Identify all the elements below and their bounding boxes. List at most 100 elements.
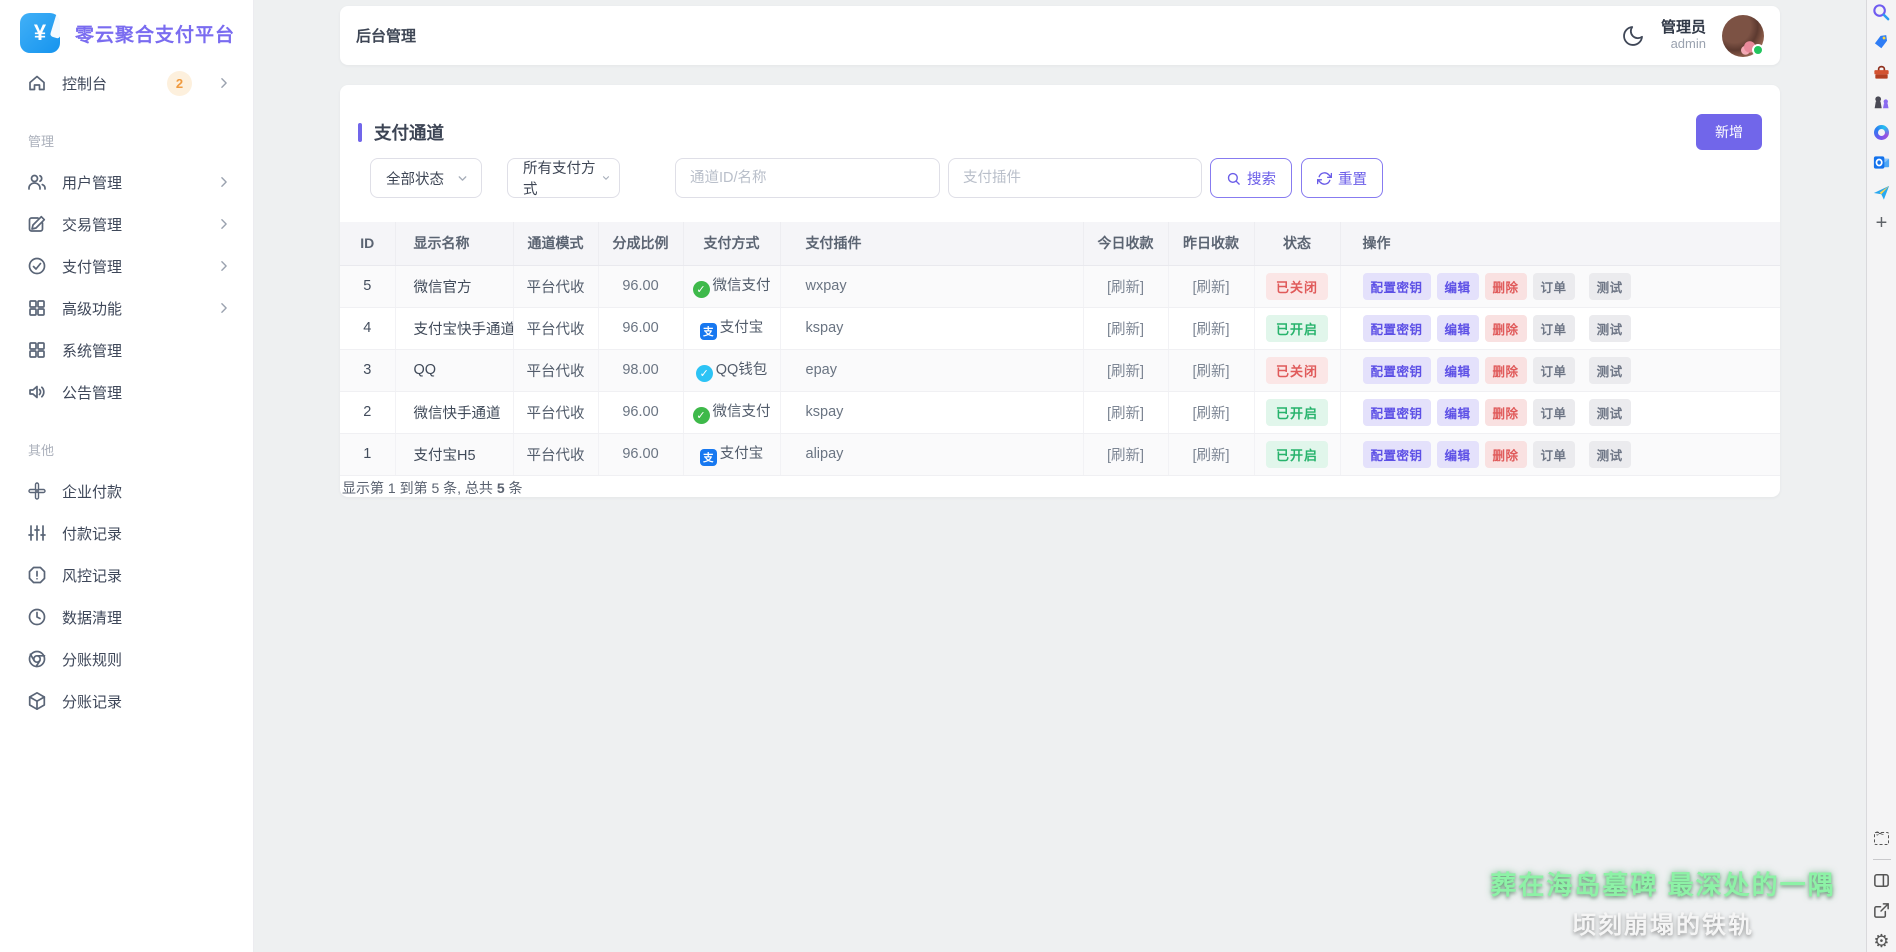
edit-button[interactable]: 编辑 (1437, 273, 1479, 300)
toolbox-icon[interactable] (1872, 63, 1891, 82)
delete-button[interactable]: 删除 (1485, 357, 1527, 384)
column-header: ID (340, 222, 395, 265)
sidebar-item-label: 用户管理 (62, 172, 122, 193)
order-button[interactable]: 订单 (1533, 441, 1575, 468)
panel-title: 支付通道 (374, 120, 444, 145)
yesterday-income: [刷新] (1168, 349, 1254, 391)
sidebar-item-split-records[interactable]: 分账记录 (0, 680, 253, 722)
sidebar-item-split-rules[interactable]: 分账规则 (0, 638, 253, 680)
test-button[interactable]: 测试 (1589, 399, 1631, 426)
test-button[interactable]: 测试 (1589, 273, 1631, 300)
avatar[interactable] (1722, 15, 1764, 57)
refresh-today-link[interactable]: [刷新] (1107, 406, 1144, 422)
sidebar-item-transaction-management[interactable]: 交易管理 (0, 203, 253, 245)
order-button[interactable]: 订单 (1533, 399, 1575, 426)
payment-method-label: 支付宝 (720, 446, 764, 462)
order-button[interactable]: 订单 (1533, 315, 1575, 342)
sidebar-item-console[interactable]: 控制台2 (0, 62, 253, 104)
test-button[interactable]: 测试 (1589, 315, 1631, 342)
configure-key-button[interactable]: 配置密钥 (1363, 357, 1431, 384)
delete-button[interactable]: 删除 (1485, 273, 1527, 300)
channel-mode: 平台代收 (513, 349, 598, 391)
brand-name: 零云聚合支付平台 (75, 20, 235, 47)
payment-method-label: 微信支付 (713, 278, 771, 294)
sidebar-item-announcement-management[interactable]: 公告管理 (0, 371, 253, 413)
sidebar-item-user-management[interactable]: 用户管理 (0, 161, 253, 203)
plugin-search-input[interactable] (948, 158, 1202, 198)
order-button[interactable]: 订单 (1533, 357, 1575, 384)
add-icon[interactable]: + (1872, 213, 1891, 232)
sidebar-item-risk-records[interactable]: 风控记录 (0, 554, 253, 596)
reset-button[interactable]: 重置 (1301, 158, 1383, 198)
refresh-today-link[interactable]: [刷新] (1107, 322, 1144, 338)
outlook-icon[interactable] (1872, 153, 1891, 172)
status: 已关闭 (1254, 349, 1340, 391)
split-screen-icon[interactable] (1872, 871, 1891, 890)
configure-key-button[interactable]: 配置密钥 (1363, 399, 1431, 426)
add-button[interactable]: 新增 (1696, 114, 1762, 150)
table-row: 1支付宝H5平台代收96.00支支付宝alipay[刷新][刷新]已开启配置密钥… (340, 433, 1780, 475)
user-name: 管理员 (1661, 19, 1706, 36)
test-button[interactable]: 测试 (1589, 357, 1631, 384)
sidebar-item-label: 风控记录 (62, 565, 122, 586)
edit-button[interactable]: 编辑 (1437, 399, 1479, 426)
dark-mode-toggle-moon-icon[interactable] (1621, 24, 1645, 48)
refresh-today-link[interactable]: [刷新] (1107, 448, 1144, 464)
refresh-yesterday-link[interactable]: [刷新] (1192, 364, 1229, 380)
sidebar-item-advanced-features[interactable]: 高级功能 (0, 287, 253, 329)
sidebar-item-system-management[interactable]: 系统管理 (0, 329, 253, 371)
payment-method-label: QQ钱包 (716, 362, 768, 378)
edit-button[interactable]: 编辑 (1437, 441, 1479, 468)
status-select[interactable]: 全部状态 (370, 158, 482, 198)
channel-mode: 平台代收 (513, 391, 598, 433)
sidebar-item-payment-management[interactable]: 支付管理 (0, 245, 253, 287)
send-icon[interactable] (1872, 183, 1891, 202)
browser-sidebar: +⚙ (1866, 0, 1896, 952)
column-header: 支付方式 (683, 222, 780, 265)
settings-icon[interactable]: ⚙ (1872, 931, 1891, 950)
configure-key-button[interactable]: 配置密钥 (1363, 441, 1431, 468)
sidebar-item-label: 控制台 (62, 73, 107, 94)
refresh-today-link[interactable]: [刷新] (1107, 364, 1144, 380)
refresh-today-link[interactable]: [刷新] (1107, 280, 1144, 296)
sidebar-item-enterprise-payment[interactable]: 企业付款 (0, 470, 253, 512)
sidebar-item-data-cleanup[interactable]: 数据清理 (0, 596, 253, 638)
refresh-yesterday-link[interactable]: [刷新] (1192, 322, 1229, 338)
edit-button[interactable]: 编辑 (1437, 315, 1479, 342)
order-button[interactable]: 订单 (1533, 273, 1575, 300)
sidebar-item-payment-records[interactable]: 付款记录 (0, 512, 253, 554)
payment-method-label: 支付宝 (720, 320, 764, 336)
search-icon[interactable] (1872, 3, 1891, 22)
refresh-yesterday-link[interactable]: [刷新] (1192, 406, 1229, 422)
payment-method: 支支付宝 (683, 307, 780, 349)
check-circle-icon (27, 256, 47, 276)
chevron-right-icon (217, 217, 231, 231)
channel-search-input[interactable] (675, 158, 940, 198)
app-root: ¥ 零云聚合支付平台 控制台2管理用户管理交易管理支付管理高级功能系统管理公告管… (0, 0, 1896, 952)
payment-method-label: 微信支付 (713, 404, 771, 420)
edit-button[interactable]: 编辑 (1437, 357, 1479, 384)
refresh-yesterday-link[interactable]: [刷新] (1192, 280, 1229, 296)
subtitle-line-2: 顷刻崩塌的铁轨 (1490, 905, 1835, 940)
configure-key-button[interactable]: 配置密钥 (1363, 273, 1431, 300)
user-menu[interactable]: 管理员 admin (1661, 19, 1706, 51)
delete-button[interactable]: 删除 (1485, 399, 1527, 426)
microsoft-365-icon[interactable] (1872, 123, 1891, 142)
delete-button[interactable]: 删除 (1485, 315, 1527, 342)
method-select[interactable]: 所有支付方式 (507, 158, 620, 198)
delete-button[interactable]: 删除 (1485, 441, 1527, 468)
open-external-icon[interactable] (1872, 901, 1891, 920)
grid-icon (27, 298, 47, 318)
box-icon (27, 691, 47, 711)
games-icon[interactable] (1872, 93, 1891, 112)
shopping-tag-icon[interactable] (1872, 33, 1891, 52)
qq-wallet-icon: ✓ (696, 365, 713, 382)
configure-key-button[interactable]: 配置密钥 (1363, 315, 1431, 342)
brand[interactable]: ¥ 零云聚合支付平台 (0, 0, 253, 53)
refresh-yesterday-link[interactable]: [刷新] (1192, 448, 1229, 464)
search-button[interactable]: 搜索 (1210, 158, 1292, 198)
screenshot-icon[interactable] (1872, 829, 1891, 848)
sidebar-item-label: 支付管理 (62, 256, 122, 277)
slack-icon (27, 481, 47, 501)
test-button[interactable]: 测试 (1589, 441, 1631, 468)
